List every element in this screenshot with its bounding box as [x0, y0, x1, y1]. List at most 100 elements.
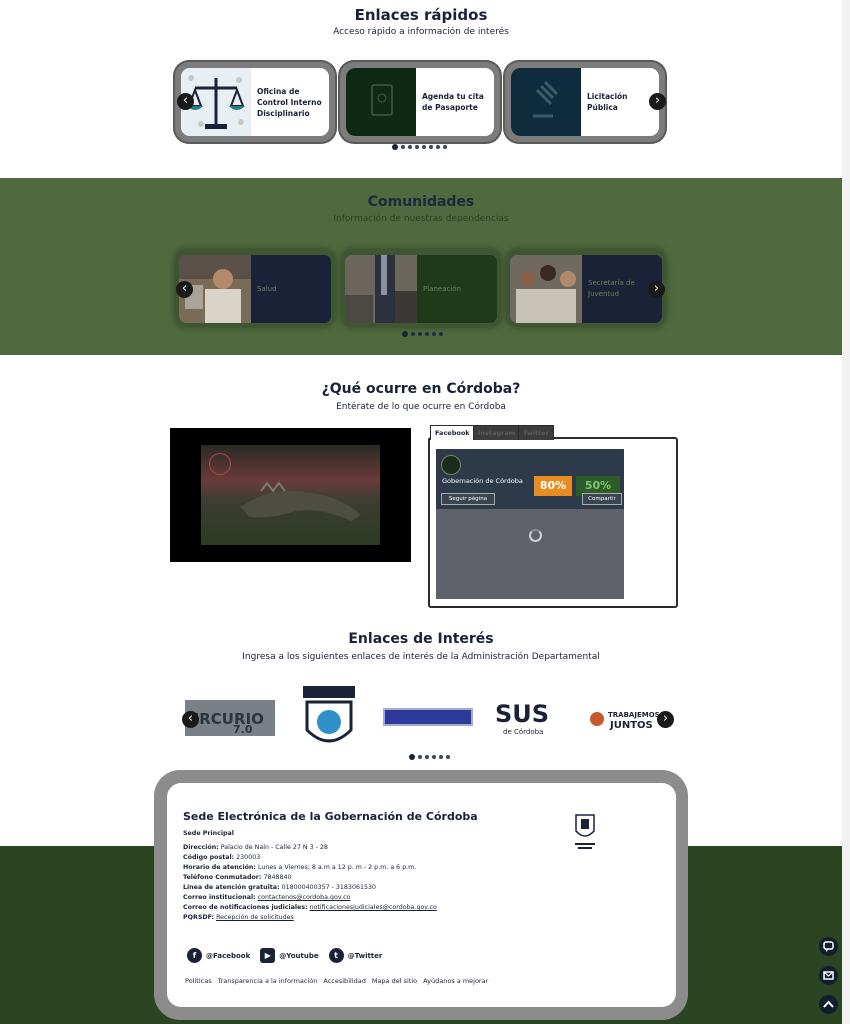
interest-links-pagination [409, 754, 450, 760]
facebook-label: @Facebook [206, 951, 251, 960]
footer-address: Dirección: Palacio de Naín - Calle 27 N … [183, 844, 328, 851]
footer-office: Sede Principal [183, 830, 234, 837]
community-label: Salud [257, 284, 277, 293]
pagination-dot[interactable] [425, 755, 429, 759]
interest-links-prev-button[interactable]: ‹ [182, 711, 199, 728]
footer-hours: Horario de atención: Lunes a Viernes: 8 … [183, 864, 417, 871]
pagination-dot[interactable] [425, 332, 429, 336]
youtube-label: @Youtube [279, 951, 319, 960]
footer-link-mapa[interactable]: Mapa del sitio [372, 977, 417, 985]
footer-link-politicas[interactable]: Políticas [185, 977, 212, 985]
gavel-icon [511, 68, 581, 136]
community-card-juventud[interactable]: Secretaría de Juventud [507, 250, 665, 326]
footer-social-row: f @Facebook ▶ @Youtube t @Twitter [187, 948, 382, 963]
video-thumbnail [201, 445, 380, 545]
planeacion-photo [345, 255, 417, 323]
video-player[interactable] [170, 428, 411, 562]
news-title: ¿Qué ocurre en Córdoba? [321, 381, 521, 397]
page: Enlaces rápidos Acceso rápido a informac… [0, 0, 842, 1024]
pagination-dot[interactable] [402, 331, 408, 337]
facebook-icon: f [187, 948, 202, 963]
facebook-cover: Gobernación de Córdoba 80% 50% Seguir pá… [436, 449, 624, 509]
tab-instagram[interactable]: Instagram [473, 425, 521, 440]
pagination-dot[interactable] [415, 145, 419, 149]
community-card-planeacion[interactable]: Planeación [342, 250, 500, 326]
gobernacion-crest-logo [573, 813, 597, 853]
loading-spinner-icon [529, 529, 542, 542]
gobierno-colombia-logo[interactable] [383, 708, 473, 726]
mail-icon [823, 971, 834, 980]
footer-free-line: Línea de atención gratuita: 018000400357… [183, 884, 376, 891]
page-avatar [441, 455, 461, 475]
facebook-page-name: Gobernación de Córdoba [442, 477, 523, 485]
pagination-dot[interactable] [439, 332, 443, 336]
follow-page-button[interactable]: Seguir página [441, 493, 495, 505]
tab-facebook[interactable]: Facebook [430, 425, 475, 440]
svg-text:7.0: 7.0 [233, 723, 253, 736]
communities-prev-button[interactable]: ‹ [176, 281, 193, 298]
footer-link-ayudanos[interactable]: Ayúdanos a mejorar [423, 977, 488, 985]
interest-links-next-button[interactable]: › [657, 711, 674, 728]
svg-text:ERCURIO: ERCURIO [189, 710, 264, 728]
pagination-dot[interactable] [432, 755, 436, 759]
quick-links-next-button[interactable]: › [649, 93, 666, 110]
scroll-top-button[interactable] [819, 995, 838, 1014]
quick-links-title: Enlaces rápidos [354, 6, 488, 24]
share-button[interactable]: Compartir [582, 493, 622, 505]
pagination-dot[interactable] [432, 332, 436, 336]
twitter-link[interactable]: t @Twitter [328, 948, 382, 963]
svg-text:TRABAJEMOS: TRABAJEMOS [608, 711, 660, 719]
facebook-link[interactable]: f @Facebook [187, 948, 250, 963]
passport-icon [346, 68, 416, 136]
footer-phone: Teléfono Conmutador: 7848840 [183, 874, 292, 881]
communities-title: Comunidades [367, 194, 475, 210]
institutional-email-link[interactable]: contactenos@cordoba.gov.co [258, 894, 351, 901]
footer-links: Políticas Transparencia a la información… [185, 977, 488, 985]
trabajemos-juntos-logo[interactable]: TRABAJEMOS JUNTOS [588, 706, 660, 732]
promo-value-a: 80% [534, 476, 572, 496]
facebook-embed[interactable]: Gobernación de Córdoba 80% 50% Seguir pá… [436, 449, 624, 599]
footer-link-accesibilidad[interactable]: Accesibilidad [323, 977, 365, 985]
quick-link-card-licitacion[interactable]: Licitación Pública [505, 62, 665, 142]
tab-twitter[interactable]: Twitter [518, 425, 554, 440]
quick-link-label: Agenda tu cita de Pasaporte [422, 92, 484, 112]
youtube-link[interactable]: ▶ @Youtube [260, 948, 319, 963]
pagination-dot[interactable] [436, 145, 440, 149]
pagination-dot[interactable] [392, 144, 398, 150]
judicial-email-link[interactable]: notificacionesjudiciales@cordoba.gov.co [310, 904, 437, 911]
mail-button[interactable] [819, 966, 838, 985]
quick-link-card-disciplinario[interactable]: Oficina de Control Interno Disciplinario [175, 62, 335, 142]
pagination-dot[interactable] [446, 755, 450, 759]
footer-link-transparencia[interactable]: Transparencia a la información [218, 977, 318, 985]
pagination-dot[interactable] [408, 145, 412, 149]
footer-email: Correo institucional: contactenos@cordob… [183, 894, 351, 901]
chevron-up-icon [823, 1000, 834, 1008]
quick-links-prev-button[interactable]: ‹ [177, 93, 194, 110]
social-feed-panel: Facebook Instagram Twitter Gobernación d… [428, 425, 678, 608]
suas-logo[interactable]: SUS de Córdoba [489, 696, 567, 736]
community-card-salud[interactable]: Salud [176, 250, 334, 326]
footer-title: Sede Electrónica de la Gobernación de Có… [183, 810, 478, 823]
quick-link-label: Licitación Pública [587, 92, 628, 112]
pagination-dot[interactable] [443, 145, 447, 149]
footer-card: Sede Electrónica de la Gobernación de Có… [167, 783, 676, 1007]
pagination-dot[interactable] [439, 755, 443, 759]
footer-postal-code: Código postal: 230003 [183, 854, 261, 861]
news-subtitle: Entérate de lo que ocurre en Córdoba [336, 402, 506, 412]
quick-links-subtitle: Acceso rápido a información de interés [333, 27, 509, 37]
quick-link-card-pasaporte[interactable]: Agenda tu cita de Pasaporte [340, 62, 500, 142]
pagination-dot[interactable] [411, 332, 415, 336]
pagination-dot[interactable] [418, 332, 422, 336]
chat-button[interactable] [819, 937, 838, 956]
pqrsdf-link[interactable]: Recepción de solicitudes [216, 914, 294, 921]
pagination-dot[interactable] [401, 145, 405, 149]
pagination-dot[interactable] [409, 754, 415, 760]
page-scrollbar[interactable] [842, 0, 850, 1024]
footer-pqrsdf: PQRSDF: Recepción de solicitudes [183, 914, 294, 921]
invencibles-logo[interactable] [301, 686, 357, 752]
pagination-dot[interactable] [418, 755, 422, 759]
pagination-dot[interactable] [422, 145, 426, 149]
communities-next-button[interactable]: › [648, 281, 665, 298]
communities-pagination [402, 331, 443, 337]
pagination-dot[interactable] [429, 145, 433, 149]
